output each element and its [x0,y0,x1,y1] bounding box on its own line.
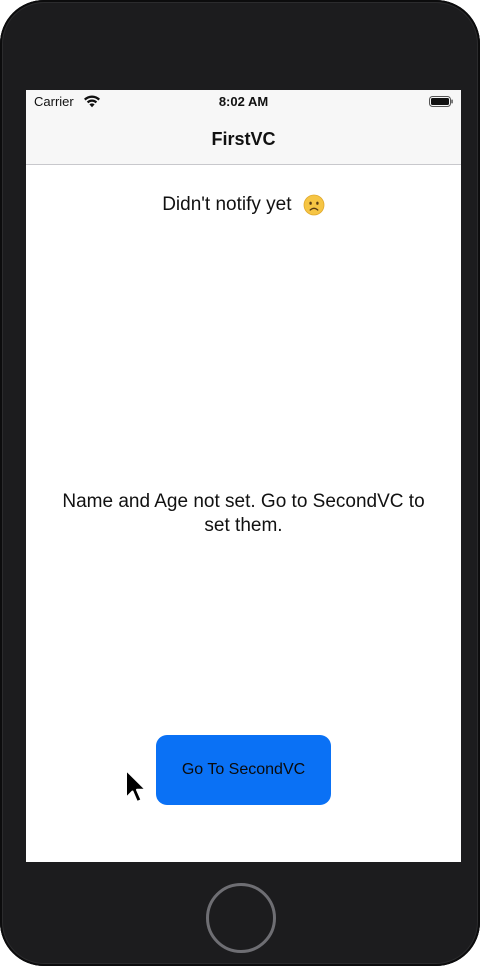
app-screen: Carrier 8:02 AM FirstVC Didn't notify ye… [26,90,461,862]
sad-face-emoji-icon [303,194,325,216]
status-bar: Carrier 8:02 AM [26,90,461,114]
battery-icon [429,96,453,107]
mouse-pointer-icon [125,769,147,803]
notify-status-text: Didn't notify yet [162,194,292,215]
nav-title: FirstVC [211,129,276,149]
home-button[interactable] [206,883,276,953]
navigation-bar: FirstVC [26,114,461,165]
name-age-info-label: Name and Age not set. Go to SecondVC to … [62,491,425,536]
go-to-secondvc-button[interactable]: Go To SecondVC [156,735,331,805]
clock-time: 8:02 AM [218,94,269,109]
notify-status-label: Didn't notify yet [26,194,461,216]
